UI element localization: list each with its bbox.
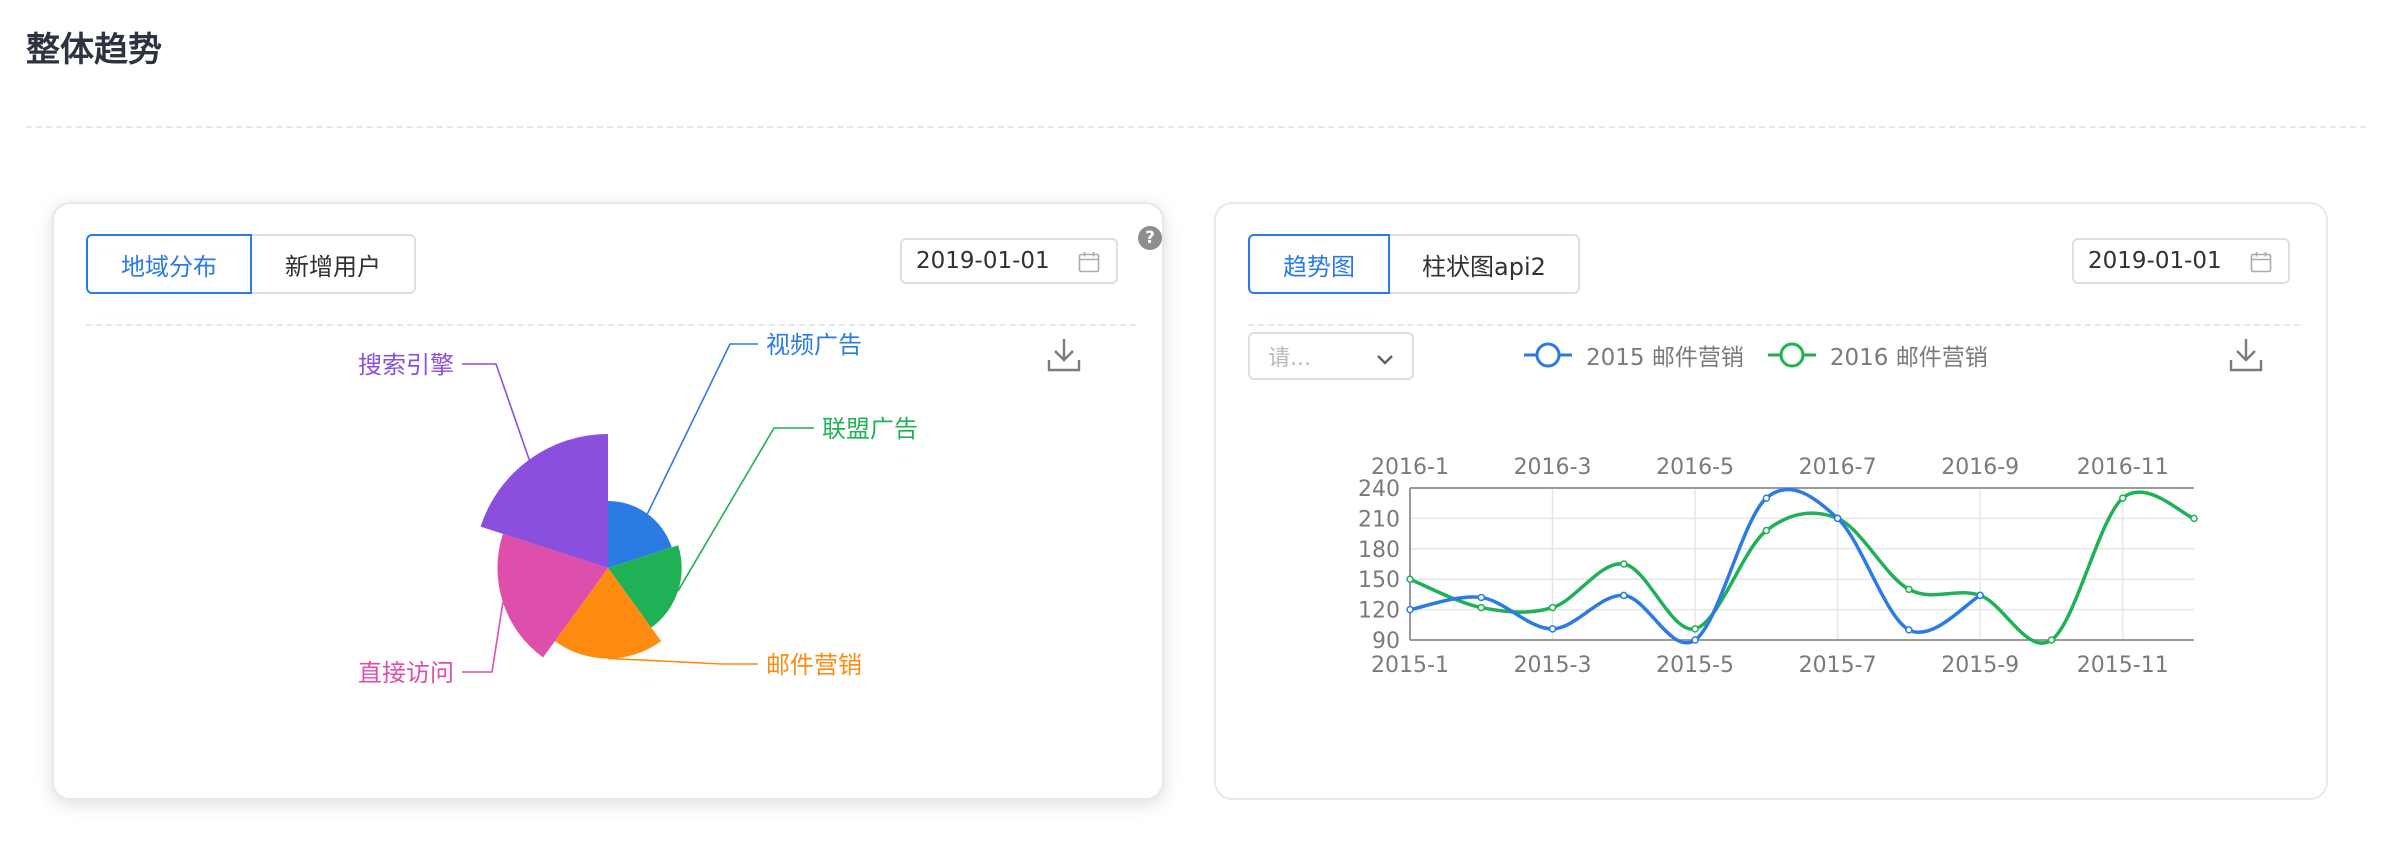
x-tick-label-top: 2016-3 [1514,455,1592,480]
data-point[interactable] [1762,526,1771,535]
title-divider [26,126,2366,128]
data-point[interactable] [1762,494,1771,502]
y-tick-label: 120 [1358,599,1400,624]
data-point[interactable] [1620,560,1628,568]
data-point[interactable] [2118,494,2127,502]
tab-trend[interactable]: 趋势图 [1248,234,1390,294]
tab-region[interactable]: 地域分布 [86,234,252,294]
y-tick-label: 240 [1358,477,1400,502]
data-point[interactable] [1905,626,1913,634]
pie-label-line [462,602,504,673]
data-point[interactable] [2190,514,2198,523]
y-tick-label: 90 [1372,629,1400,654]
pie-slice-label: 直接访问 [358,659,454,687]
pie-slice-label: 搜索引擎 [358,351,454,379]
x-tick-label-bottom: 2015-9 [1941,653,2019,678]
data-point[interactable] [1833,514,1842,523]
data-point[interactable] [1548,625,1557,633]
data-point[interactable] [1406,605,1414,614]
y-tick-label: 180 [1358,538,1400,563]
data-point[interactable] [1477,593,1486,602]
x-tick-label-bottom: 2015-11 [2077,653,2169,678]
y-tick-label: 210 [1358,507,1400,532]
x-tick-label-top: 2016-5 [1656,455,1734,480]
pie-card: 地域分布 新增用户 2019-01-01 视频广告 联盟广告 邮件营销 直接访问 搜索引… [52,202,1164,800]
x-tick-label-top: 2016-11 [2077,455,2169,480]
data-point[interactable] [1548,603,1557,612]
help-icon[interactable]: ? [1138,226,1162,250]
line-card: 趋势图 柱状图api2 2019-01-01 请... 2015 邮件营销 20… [1214,202,2328,800]
page-title: 整体趋势 [26,30,162,70]
x-tick-label-top: 2016-7 [1799,455,1877,480]
pie-label-line [646,343,758,515]
x-tick-label-top: 2016-9 [1941,455,2019,480]
data-point[interactable] [1406,575,1414,583]
data-point[interactable] [1691,636,1699,644]
x-tick-label-bottom: 2015-5 [1656,653,1734,678]
data-point[interactable] [1976,591,1984,600]
pie-slice-label: 邮件营销 [766,651,862,679]
pie-slice-label: 视频广告 [766,331,862,359]
pie-label-line [607,657,758,665]
x-tick-label-bottom: 2015-1 [1371,653,1449,678]
data-point[interactable] [1905,585,1913,594]
data-point[interactable] [1691,625,1699,633]
y-tick-label: 150 [1358,568,1400,593]
x-tick-label-top: 2016-1 [1371,455,1449,480]
pie-label-line [677,427,814,592]
pie-label-line [462,363,530,460]
data-point[interactable] [2047,636,2056,644]
x-tick-label-bottom: 2015-7 [1799,653,1877,678]
data-point[interactable] [1620,591,1628,600]
data-point[interactable] [1477,603,1486,612]
pie-slice-label: 联盟广告 [822,415,918,443]
x-tick-label-bottom: 2015-3 [1514,653,1592,678]
